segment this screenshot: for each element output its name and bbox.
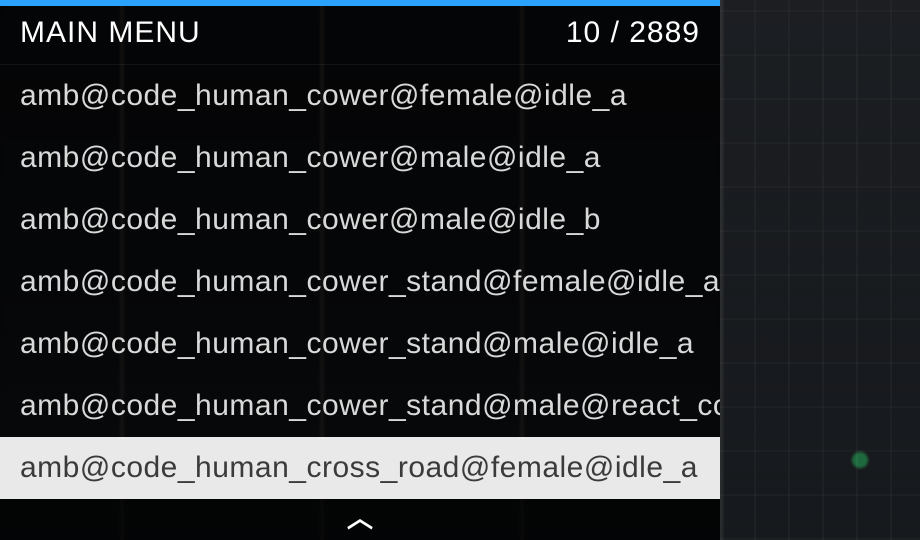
menu-header: MAIN MENU 10 / 2889 (0, 6, 720, 65)
menu-item[interactable]: amb@code_human_cower_stand@female@idle_a (0, 251, 720, 313)
main-menu-panel: MAIN MENU 10 / 2889 amb@code_human_cower… (0, 0, 720, 540)
menu-item[interactable]: amb@code_human_cower_stand@male@idle_a (0, 313, 720, 375)
menu-counter: 10 / 2889 (566, 16, 700, 50)
menu-item[interactable]: amb@code_human_cower@female@idle_a (0, 65, 720, 127)
game-scene: MAIN MENU 10 / 2889 amb@code_human_cower… (0, 0, 920, 540)
menu-item-list[interactable]: amb@code_human_cower@female@idle_a amb@c… (0, 65, 720, 499)
menu-item[interactable]: amb@code_human_cower@male@idle_b (0, 189, 720, 251)
menu-item[interactable]: amb@code_human_cower@male@idle_a (0, 127, 720, 189)
background-buildings (720, 0, 920, 540)
scroll-down-arrow-icon[interactable]: ︿ (0, 499, 720, 540)
menu-item-selected[interactable]: amb@code_human_cross_road@female@idle_a (0, 437, 720, 499)
menu-title: MAIN MENU (20, 16, 201, 50)
menu-item[interactable]: amb@code_human_cower_stand@male@react_co… (0, 375, 720, 437)
